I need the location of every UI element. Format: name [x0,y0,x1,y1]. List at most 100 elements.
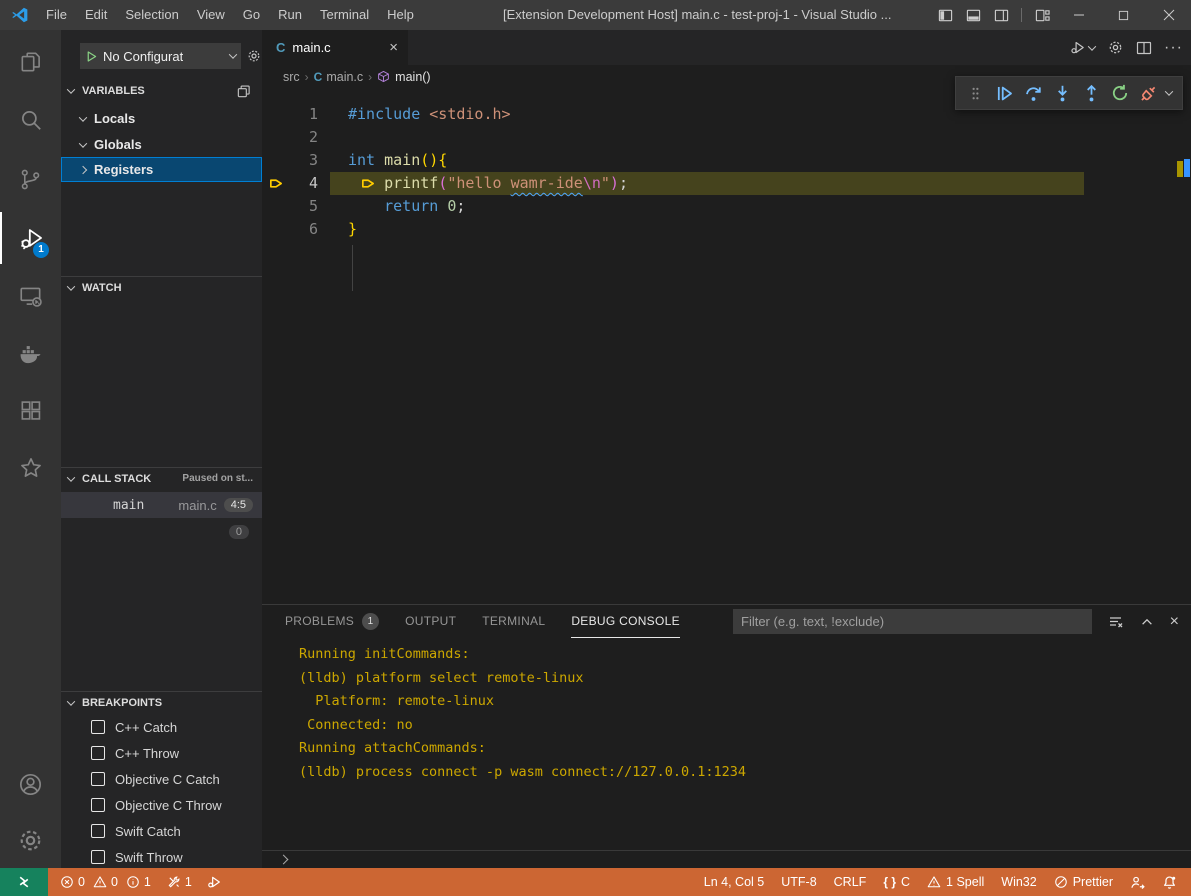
menu-edit[interactable]: Edit [76,0,116,30]
console-filter-input[interactable] [733,609,1092,634]
tab-output[interactable]: OUTPUT [405,605,456,638]
toggle-sidebar-icon[interactable] [931,0,959,30]
menu-go[interactable]: Go [234,0,269,30]
watch-section-header[interactable]: WATCH [61,276,262,298]
breakpoint-checkbox[interactable] [91,746,105,760]
remote-indicator[interactable] [0,868,48,896]
language-mode[interactable]: { } C [883,875,910,889]
breadcrumb-symbol[interactable]: main() [395,70,430,84]
call-stack-session-row[interactable]: 0 [61,520,262,544]
menu-terminal[interactable]: Terminal [311,0,378,30]
extensions-icon[interactable] [0,385,61,437]
frame-name: main [113,498,144,513]
continue-button-icon[interactable] [992,81,1016,105]
star-extension-icon[interactable] [0,442,61,494]
variables-scope-globals[interactable]: Globals [61,132,262,157]
code-line-2[interactable]: 2 [262,126,1191,149]
toggle-panel-icon[interactable] [959,0,987,30]
disconnect-button-icon[interactable] [1137,81,1161,105]
copy-value-icon[interactable] [236,84,251,99]
customize-layout-icon[interactable] [1028,0,1056,30]
toolbar-drag-grip[interactable] [963,81,987,105]
search-icon[interactable] [0,94,61,146]
spell-label: 1 Spell [946,875,984,889]
restart-button-icon[interactable] [1108,81,1132,105]
c-language-icon: C [276,40,285,55]
close-panel-icon[interactable]: × [1170,613,1179,631]
tab-close-icon[interactable]: × [389,39,398,56]
call-stack-section-header[interactable]: CALL STACK Paused on st... [61,467,262,489]
docker-icon[interactable] [0,327,61,379]
tab-main-c[interactable]: C main.c × [262,30,408,65]
tab-debug-console[interactable]: DEBUG CONSOLE [571,605,680,638]
variables-scope-locals[interactable]: Locals [61,106,262,131]
menu-selection[interactable]: Selection [116,0,187,30]
variables-scope-registers[interactable]: Registers [61,157,262,182]
encoding-indicator[interactable]: UTF-8 [781,875,816,889]
breakpoint-row[interactable]: C++ Throw [61,740,262,766]
clear-console-icon[interactable] [1108,614,1124,630]
start-debug-icon[interactable] [85,50,98,63]
debug-status-icon[interactable] [206,874,222,890]
debug-configuration-dropdown[interactable]: No Configurat [80,43,241,69]
breakpoint-row[interactable]: C++ Catch [61,714,262,740]
notifications-bell-icon[interactable] [1162,875,1177,890]
source-control-icon[interactable] [0,153,61,205]
problems-status[interactable]: 0 0 1 [60,875,151,889]
feedback-icon[interactable] [1130,875,1145,890]
run-and-debug-icon[interactable]: 1 [0,212,61,264]
breakpoints-section-header[interactable]: BREAKPOINTS [61,691,262,713]
more-actions-icon[interactable]: ··· [1164,39,1183,57]
breakpoint-checkbox[interactable] [91,720,105,734]
explorer-icon[interactable] [0,36,61,88]
breakpoint-checkbox[interactable] [91,798,105,812]
split-editor-icon[interactable] [1136,40,1152,56]
code-line-5[interactable]: 5 return 0; [262,195,1191,218]
spell-checker-status[interactable]: 1 Spell [927,875,984,889]
breakpoint-row[interactable]: Objective C Throw [61,792,262,818]
tab-terminal[interactable]: TERMINAL [482,605,545,638]
maximize-panel-icon[interactable] [1140,615,1154,629]
debug-console-input[interactable] [262,850,1191,868]
run-or-debug-button[interactable] [1069,39,1095,56]
breakpoint-checkbox[interactable] [91,772,105,786]
breakpoint-row[interactable]: Swift Catch [61,818,262,844]
chevron-down-icon[interactable] [1165,87,1173,95]
call-stack-frame-row[interactable]: main main.c 4:5 [61,492,262,518]
breakpoint-checkbox[interactable] [91,824,105,838]
step-over-button-icon[interactable] [1021,81,1045,105]
variables-section-header[interactable]: VARIABLES [61,80,262,102]
code-line-3[interactable]: 3int main(){ [262,149,1191,172]
code-line-4[interactable]: 4 printf("hello wamr-ide\n"); [262,172,1191,195]
step-out-button-icon[interactable] [1079,81,1103,105]
menu-run[interactable]: Run [269,0,311,30]
remote-explorer-icon[interactable] [0,270,61,322]
formatter-status[interactable]: Prettier [1054,875,1113,889]
warning-count: 0 [111,875,118,889]
code-text: printf("hello wamr-ide\n"); [348,172,628,195]
breadcrumb-folder[interactable]: src [283,70,300,84]
code-line-6[interactable]: 6} [262,218,1191,241]
code-area[interactable]: 1#include <stdio.h>23int main(){4 printf… [262,103,1191,583]
toolchain-status[interactable]: 1 [167,875,192,889]
breakpoint-row[interactable]: Swift Throw [61,844,262,870]
menu-view[interactable]: View [188,0,234,30]
close-window-button[interactable] [1146,0,1191,30]
tab-problems[interactable]: PROBLEMS 1 [285,605,379,638]
breakpoint-row[interactable]: Objective C Catch [61,766,262,792]
breakpoint-checkbox[interactable] [91,850,105,864]
cursor-position[interactable]: Ln 4, Col 5 [704,875,764,889]
debug-settings-gear-icon[interactable] [246,48,262,64]
maximize-button[interactable] [1101,0,1146,30]
toggle-secondary-sidebar-icon[interactable] [987,0,1015,30]
menu-file[interactable]: File [37,0,76,30]
minimize-button[interactable] [1056,0,1101,30]
editor-settings-gear-icon[interactable] [1107,39,1124,56]
platform-indicator[interactable]: Win32 [1001,875,1036,889]
account-icon[interactable] [0,758,61,810]
breadcrumb-file[interactable]: main.c [326,70,363,84]
eol-indicator[interactable]: CRLF [834,875,867,889]
step-into-button-icon[interactable] [1050,81,1074,105]
menu-help[interactable]: Help [378,0,423,30]
settings-gear-icon[interactable] [0,814,61,866]
